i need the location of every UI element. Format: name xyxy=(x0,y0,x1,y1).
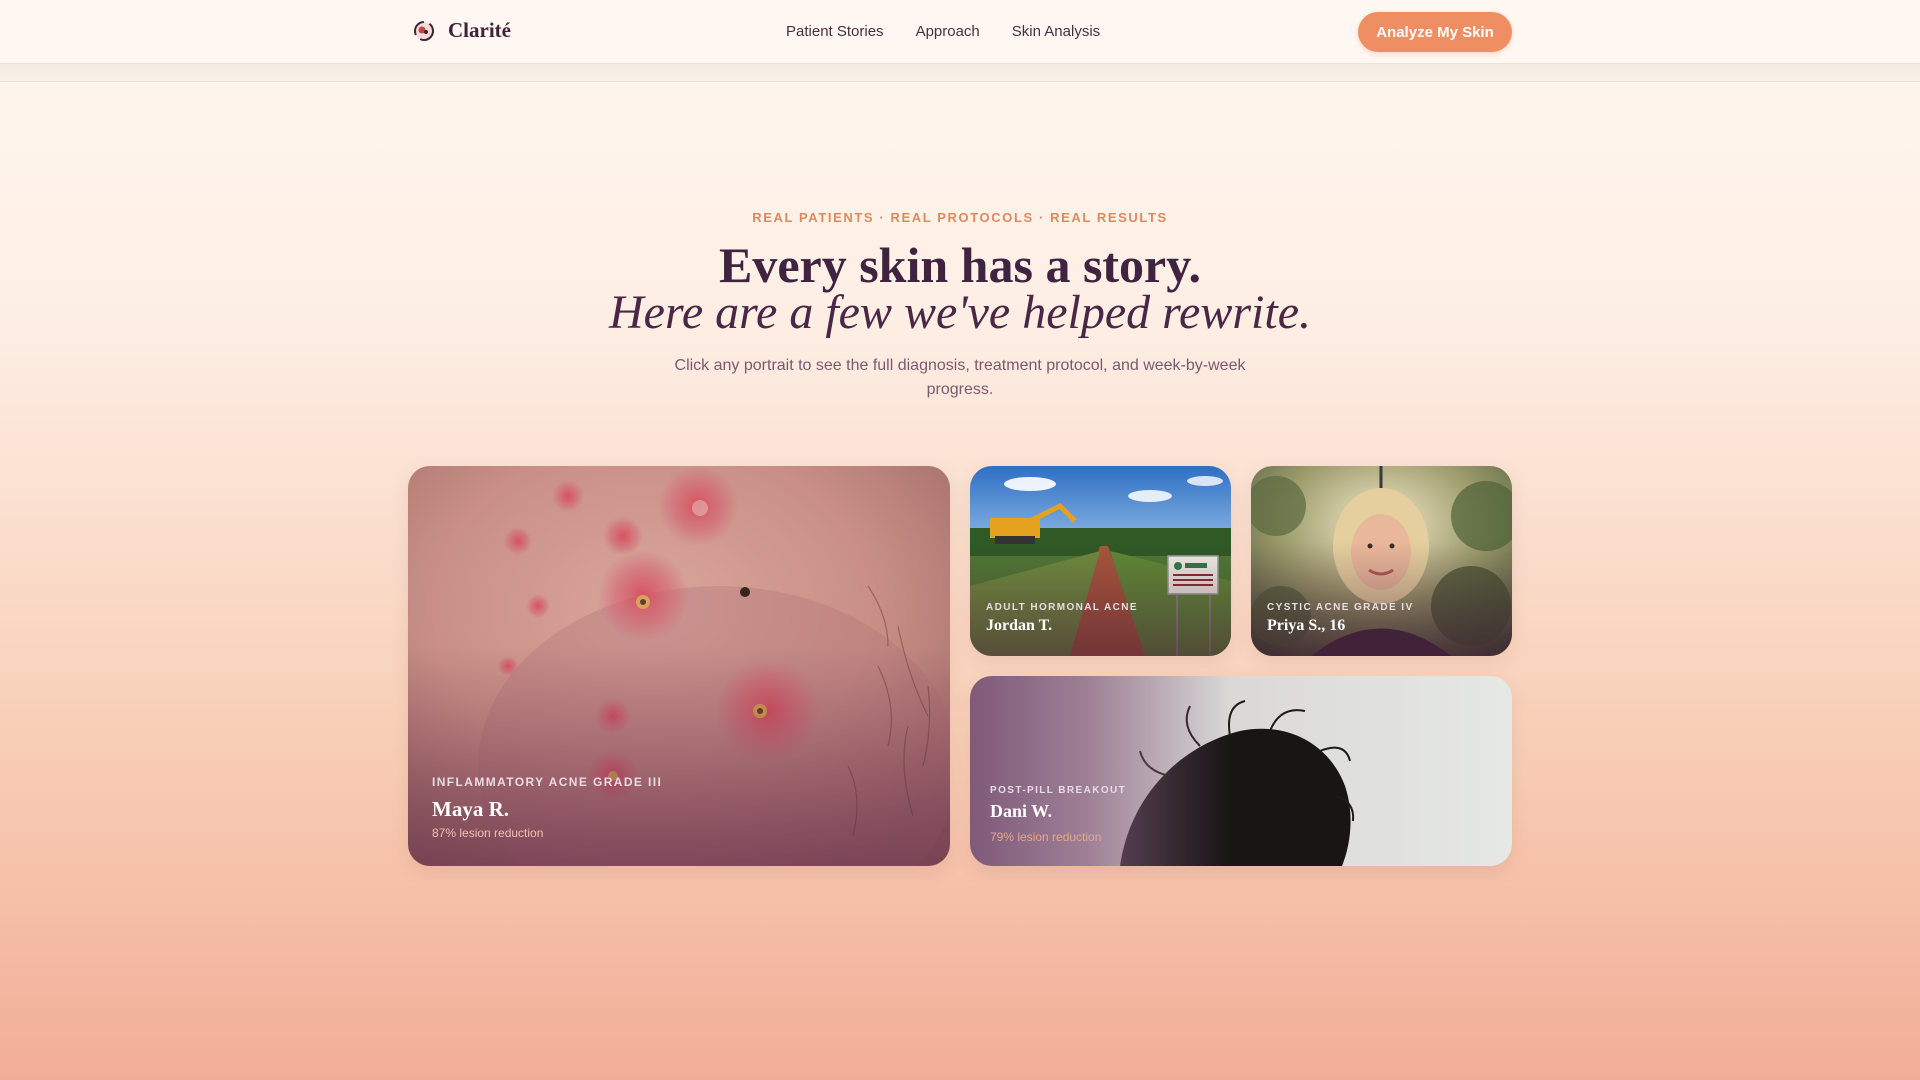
story-tag: INFLAMMATORY ACNE GRADE III xyxy=(432,775,663,789)
story-card-dani[interactable]: POST-PILL BREAKOUT Dani W. 79% lesion re… xyxy=(970,676,1512,866)
analyze-my-skin-button[interactable]: Analyze My Skin xyxy=(1358,12,1512,52)
nav-divider-strip xyxy=(0,64,1920,82)
story-card-jordan[interactable]: ADULT HORMONAL ACNE Jordan T. xyxy=(970,466,1231,656)
story-tag: ADULT HORMONAL ACNE xyxy=(986,602,1138,613)
story-name: Dani W. xyxy=(990,801,1053,821)
story-tag: CYSTIC ACNE GRADE IV xyxy=(1267,602,1414,613)
story-card-priya[interactable]: CYSTIC ACNE GRADE IV Priya S., 16 xyxy=(1251,466,1512,656)
story-card-maya[interactable]: INFLAMMATORY ACNE GRADE III Maya R. 87% … xyxy=(408,466,950,866)
face-swirl-icon xyxy=(414,20,434,41)
story-stat: 79% lesion reduction xyxy=(990,830,1102,844)
story-name: Maya R. xyxy=(432,797,509,821)
nav-link-approach[interactable]: Approach xyxy=(916,23,980,40)
brand[interactable]: Clarité xyxy=(412,18,511,43)
story-tag: POST-PILL BREAKOUT xyxy=(990,785,1127,796)
hero-subtitle: Click any portrait to see the full diagn… xyxy=(674,357,1246,398)
hero-headline-italic: Here are a few we've helped rewrite. xyxy=(608,286,1312,339)
nav-link-patient-stories[interactable]: Patient Stories xyxy=(786,23,884,40)
story-name: Jordan T. xyxy=(986,617,1053,634)
hero-eyebrow: REAL PATIENTS · REAL PROTOCOLS · REAL RE… xyxy=(752,210,1168,225)
nav-link-skin-analysis[interactable]: Skin Analysis xyxy=(1012,23,1100,40)
top-nav: Clarité Patient Stories Approach Skin An… xyxy=(0,0,1920,64)
nav-links: Patient Stories Approach Skin Analysis xyxy=(786,23,1100,40)
story-stat: 87% lesion reduction xyxy=(432,826,544,840)
brand-name: Clarité xyxy=(448,18,511,42)
story-name: Priya S., 16 xyxy=(1267,617,1346,634)
